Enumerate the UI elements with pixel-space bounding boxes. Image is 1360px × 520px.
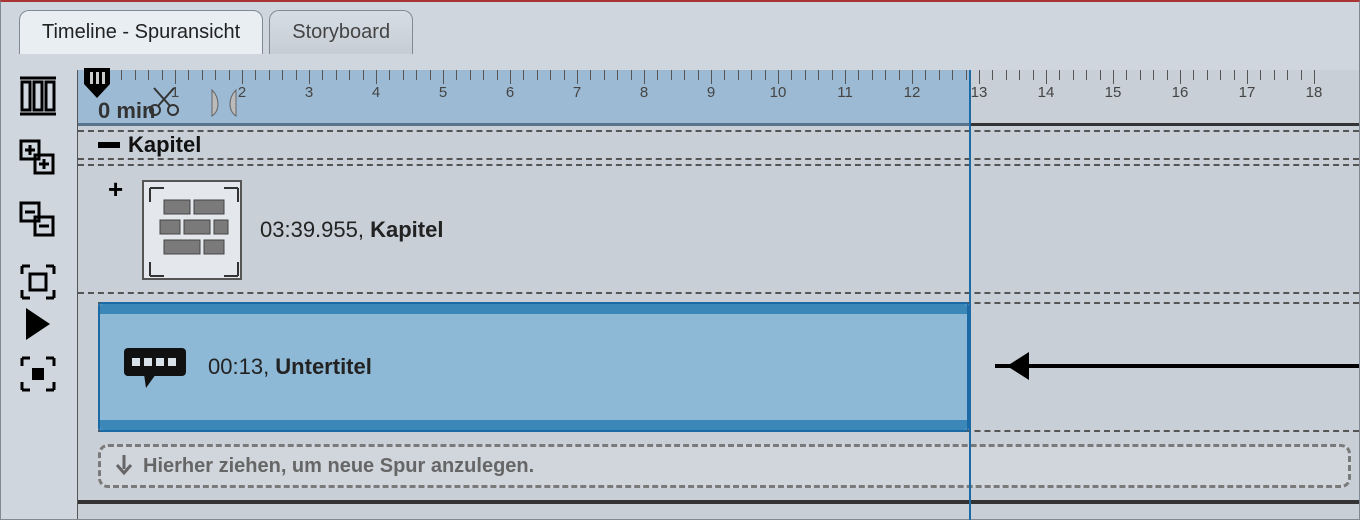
new-track-drop-zone[interactable]: Hierher ziehen, um neue Spur anzulegen. [98, 444, 1351, 488]
track-kapitel[interactable]: + 03:39.955, Kapitel [78, 164, 1359, 294]
expand-all-icon[interactable] [16, 136, 60, 180]
drop-zone-label: Hierher ziehen, um neue Spur anzulegen. [143, 455, 534, 478]
subtitle-icon [120, 344, 190, 390]
playhead-marker[interactable] [82, 68, 112, 105]
down-arrow-icon [115, 455, 133, 477]
timeline-panel: Timeline - Spuransicht Storyboard 123456… [0, 0, 1360, 520]
subtitle-clip-bar[interactable]: 00:13, Untertitel [98, 302, 969, 432]
tab-timeline[interactable]: Timeline - Spuransicht [19, 10, 263, 54]
fit-icon[interactable] [16, 352, 60, 396]
subtitle-clip-label: 00:13, Untertitel [208, 354, 372, 380]
columns-icon[interactable] [16, 74, 60, 118]
add-clip-button[interactable]: + [108, 174, 123, 205]
tab-storyboard[interactable]: Storyboard [269, 10, 413, 54]
chapter-thumbnail[interactable] [142, 180, 242, 280]
collapse-kapitel-button[interactable] [98, 142, 120, 148]
track-header-kapitel: Kapitel [78, 130, 1359, 160]
time-ruler[interactable]: 123456789101112131415161718 0 min [78, 70, 1359, 126]
track-header-label: Kapitel [128, 132, 201, 158]
playhead-line[interactable] [969, 70, 971, 520]
left-toolbar [11, 74, 65, 396]
play-icon[interactable] [16, 314, 60, 334]
timeline-area: 123456789101112131415161718 0 min Kapite… [77, 70, 1359, 519]
kapitel-clip-label: 03:39.955, Kapitel [260, 217, 443, 243]
ruler-ticks: 123456789101112131415161718 [78, 70, 1359, 126]
back-arrow-icon [995, 364, 1359, 368]
scissors-icon[interactable] [148, 86, 180, 123]
track-untertitel[interactable]: 00:13, Untertitel [98, 302, 1359, 432]
tracks-container: Kapitel + 03:39.955, Kapitel [78, 126, 1359, 519]
track-separator [78, 500, 1359, 504]
collapse-all-icon[interactable] [16, 198, 60, 242]
crop-icon[interactable] [16, 260, 60, 304]
shield-split-icon[interactable] [208, 86, 240, 123]
tab-bar: Timeline - Spuransicht Storyboard [19, 10, 413, 54]
